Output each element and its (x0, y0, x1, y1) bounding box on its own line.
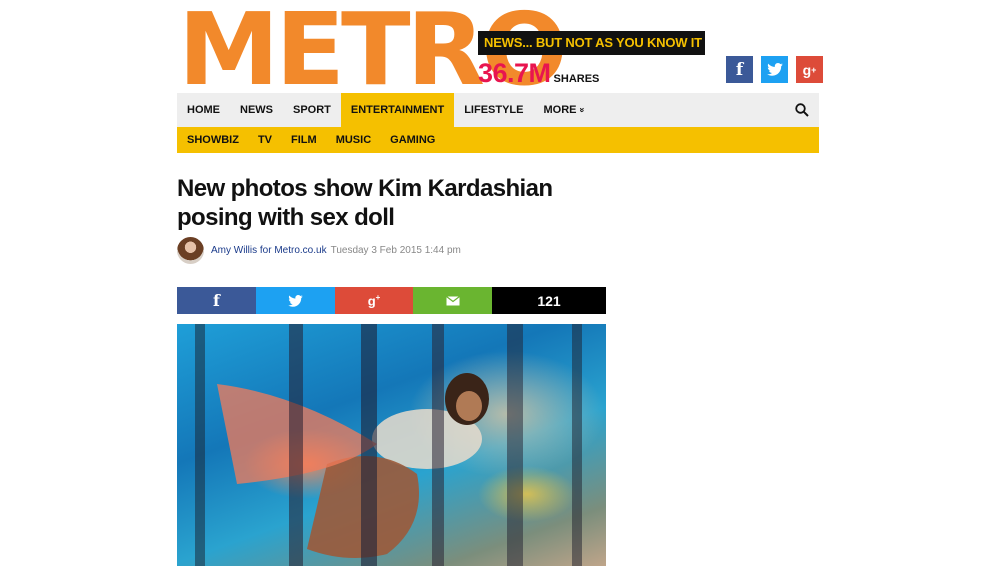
search-icon[interactable] (785, 93, 819, 127)
main-navigation: HOME NEWS SPORT ENTERTAINMENT LIFESTYLE … (177, 93, 819, 127)
sub-navigation: SHOWBIZ TV FILM MUSIC GAMING (177, 127, 819, 153)
nav-item-sport[interactable]: SPORT (283, 93, 341, 127)
shares-counter: 36.7M SHARES (478, 58, 599, 89)
sub-nav-film[interactable]: FILM (281, 134, 326, 146)
article-hero-image[interactable] (177, 324, 606, 566)
share-count: 121 (492, 287, 606, 314)
email-icon (445, 295, 460, 305)
share-facebook-button[interactable]: f (177, 287, 256, 314)
nav-item-more-label: MORE (543, 104, 577, 116)
nav-item-news[interactable]: NEWS (230, 93, 283, 127)
share-google-plus-button[interactable]: g+ (335, 287, 413, 314)
share-twitter-button[interactable] (256, 287, 335, 314)
nav-item-entertainment[interactable]: ENTERTAINMENT (340, 93, 455, 127)
shares-label: SHARES (553, 73, 600, 85)
google-plus-icon: g+ (367, 292, 381, 309)
google-plus-icon[interactable]: g + (796, 56, 823, 83)
facebook-icon[interactable]: f (726, 56, 753, 83)
tagline: NEWS... BUT NOT AS YOU KNOW IT (478, 31, 705, 55)
nav-item-more[interactable]: MORE » (533, 93, 595, 127)
author-avatar[interactable] (177, 237, 204, 264)
article-headline: New photos show Kim Kardashian posing wi… (177, 175, 553, 231)
facebook-icon: f (213, 291, 220, 310)
sub-nav-showbiz[interactable]: SHOWBIZ (177, 134, 248, 146)
sub-nav-tv[interactable]: TV (248, 134, 281, 146)
author-link[interactable]: Amy Willis for Metro.co.uk (211, 245, 327, 256)
twitter-icon (288, 294, 303, 307)
social-follow-links: f g + (726, 56, 823, 83)
share-email-button[interactable] (413, 287, 492, 314)
sub-nav-music[interactable]: MUSIC (326, 134, 380, 146)
shares-count: 36.7M (478, 58, 551, 88)
chevron-down-icon: » (577, 107, 588, 113)
twitter-icon[interactable] (761, 56, 788, 83)
sub-nav-gaming[interactable]: GAMING (380, 134, 444, 146)
nav-item-lifestyle[interactable]: LIFESTYLE (454, 93, 533, 127)
share-bar: f g+ 121 (177, 287, 606, 314)
nav-item-home[interactable]: HOME (177, 93, 230, 127)
publish-date: Tuesday 3 Feb 2015 1:44 pm (330, 245, 461, 256)
byline: Amy Willis for Metro.co.uk Tuesday 3 Feb… (177, 237, 461, 264)
